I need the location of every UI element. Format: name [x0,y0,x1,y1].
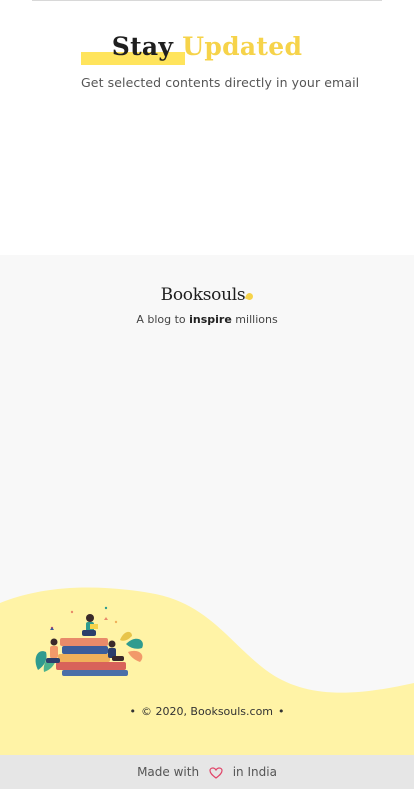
tagline-suffix: millions [231,313,278,326]
title-word-stay: Stay [111,32,174,61]
heart-icon [209,766,223,779]
bullet-left: • [129,705,136,718]
tagline-prefix: A blog to [136,313,190,326]
brand-dot-icon [245,291,255,302]
footer-logo[interactable]: Booksouls [0,285,414,305]
stay-updated-section: Stay Updated Get selected contents direc… [0,1,414,255]
stay-updated-subtitle: Get selected contents directly in your e… [81,75,360,90]
stay-updated-title: Stay Updated [0,31,414,63]
copyright-line: • © 2020, Booksouls.com • [0,705,414,718]
footer-tagline: A blog to inspire millions [0,313,414,326]
made-with-love-bar: Made with in India [0,755,414,789]
brand-name: Booksouls [160,285,246,305]
site-footer: Booksouls A blog to inspire millions • ©… [0,255,414,755]
tagline-bold: inspire [189,313,232,326]
bullet-right: • [278,705,285,718]
made-prefix: Made with [137,765,200,779]
reading-books-illustration [35,606,143,676]
copyright-text: © 2020, Booksouls.com [140,705,274,718]
made-suffix: in India [232,765,277,779]
title-word-updated: Updated [182,32,303,61]
